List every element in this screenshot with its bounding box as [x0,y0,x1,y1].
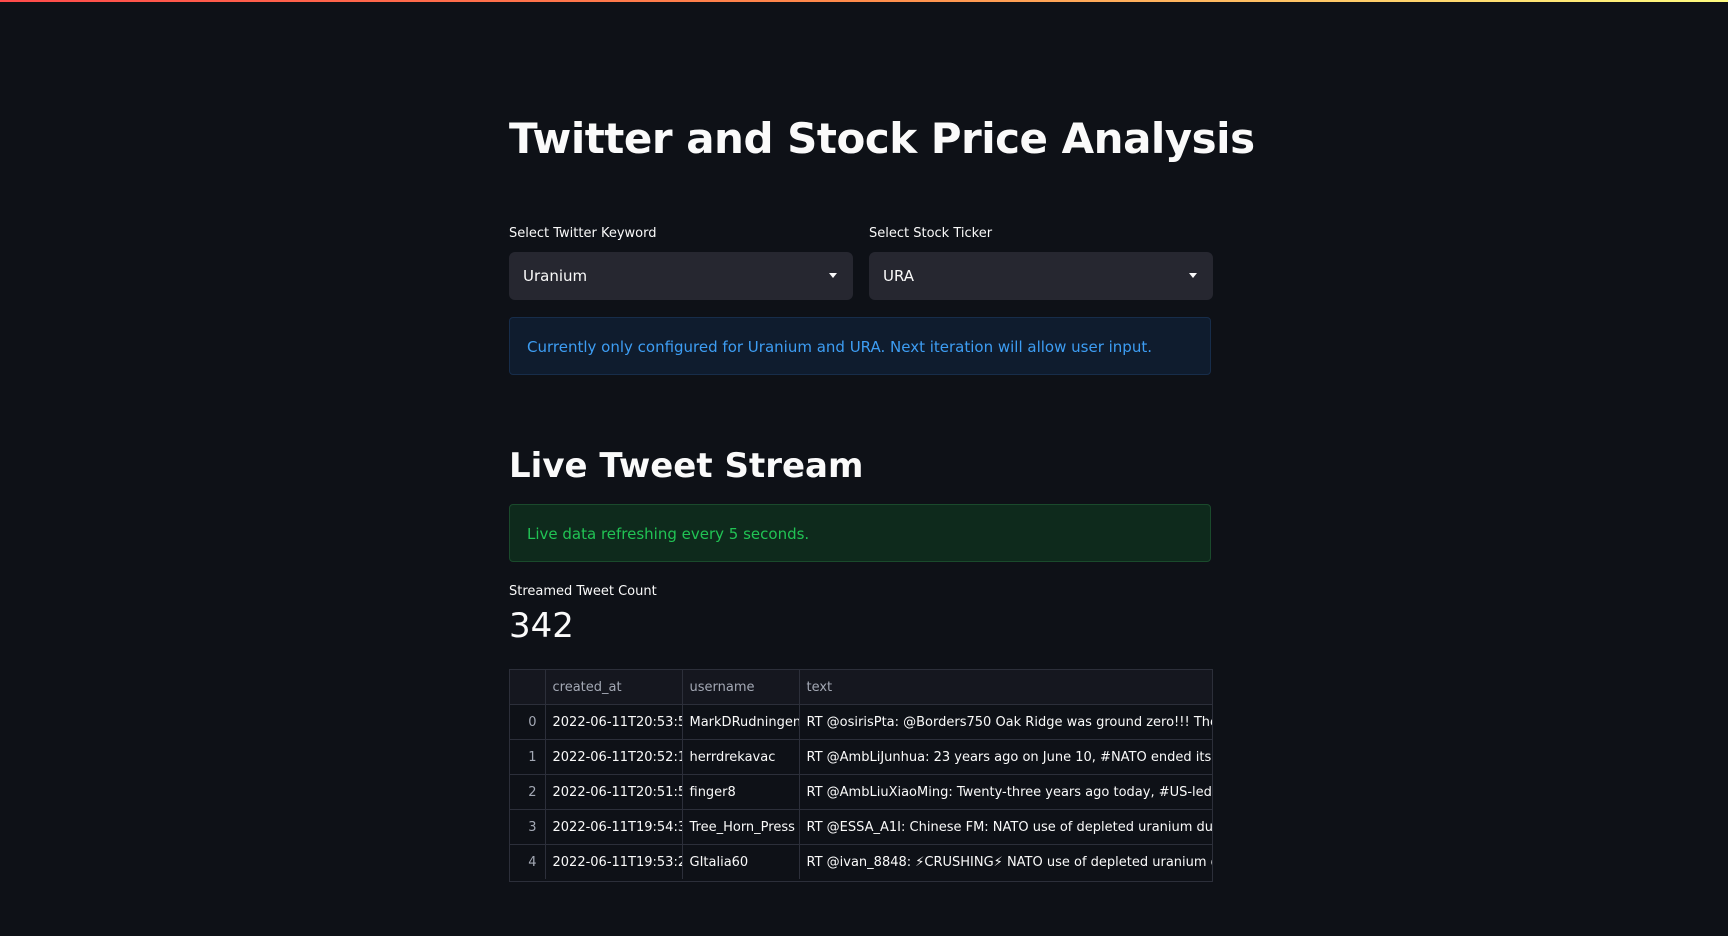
keyword-select[interactable]: Uranium [509,252,853,300]
table-row[interactable]: 2 2022-06-11T20:51:50 finger8 RT @AmbLiu… [510,774,1212,810]
cell-text[interactable]: RT @AmbLiJunhua: 23 years ago on June 10… [799,739,1212,775]
top-decoration-bar [0,0,1728,2]
column-header-index [510,670,546,705]
keyword-select-group: Select Twitter Keyword Uranium [509,225,853,300]
cell-created-at[interactable]: 2022-06-11T20:53:53 [545,704,683,740]
cell-text[interactable]: RT @AmbLiuXiaoMing: Twenty-three years a… [799,774,1212,810]
row-index: 4 [510,844,546,879]
ticker-select-value: URA [883,267,915,285]
cell-created-at[interactable]: 2022-06-11T19:54:33 [545,809,683,845]
keyword-select-value: Uranium [523,267,588,285]
tweet-count-label: Streamed Tweet Count [509,584,657,599]
cell-text[interactable]: RT @osirisPta: @Borders750 Oak Ridge was… [799,704,1212,740]
cell-username[interactable]: Tree_Horn_Press [682,809,800,845]
table-row[interactable]: 4 2022-06-11T19:53:24 GItalia60 RT @ivan… [510,844,1212,879]
keyword-select-label: Select Twitter Keyword [509,226,657,241]
chevron-down-icon [829,273,837,278]
page-title: Twitter and Stock Price Analysis [509,114,1255,163]
row-index: 2 [510,774,546,810]
table-header-row: created_at username text [510,670,1212,705]
column-header-username[interactable]: username [682,670,800,705]
table-row[interactable]: 0 2022-06-11T20:53:53 MarkDRudningen RT … [510,704,1212,740]
cell-text[interactable]: RT @ivan_8848: ⚡CRUSHING⚡ NATO use of de… [799,844,1212,879]
cell-username[interactable]: herrdrekavac [682,739,800,775]
ticker-select-label: Select Stock Ticker [869,226,993,241]
cell-created-at[interactable]: 2022-06-11T20:52:16 [545,739,683,775]
table-row[interactable]: 1 2022-06-11T20:52:16 herrdrekavac RT @A… [510,739,1212,775]
ticker-select-group: Select Stock Ticker URA [869,225,1213,300]
cell-text[interactable]: RT @ESSA_A1I: Chinese FM: NATO use of de… [799,809,1212,845]
table-row[interactable]: 3 2022-06-11T19:54:33 Tree_Horn_Press RT… [510,809,1212,845]
cell-created-at[interactable]: 2022-06-11T19:53:24 [545,844,683,879]
cell-username[interactable]: GItalia60 [682,844,800,879]
row-index: 1 [510,739,546,775]
info-alert: Currently only configured for Uranium an… [509,317,1211,375]
row-index: 3 [510,809,546,845]
tweet-table[interactable]: created_at username text 0 2022-06-11T20… [509,669,1213,882]
row-index: 0 [510,704,546,740]
cell-created-at[interactable]: 2022-06-11T20:51:50 [545,774,683,810]
live-stream-title: Live Tweet Stream [509,446,864,486]
chevron-down-icon [1189,273,1197,278]
cell-username[interactable]: finger8 [682,774,800,810]
column-header-text[interactable]: text [799,670,1212,705]
tweet-count-value: 342 [509,606,574,646]
column-header-created-at[interactable]: created_at [545,670,683,705]
cell-username[interactable]: MarkDRudningen [682,704,800,740]
success-alert: Live data refreshing every 5 seconds. [509,504,1211,562]
ticker-select[interactable]: URA [869,252,1213,300]
